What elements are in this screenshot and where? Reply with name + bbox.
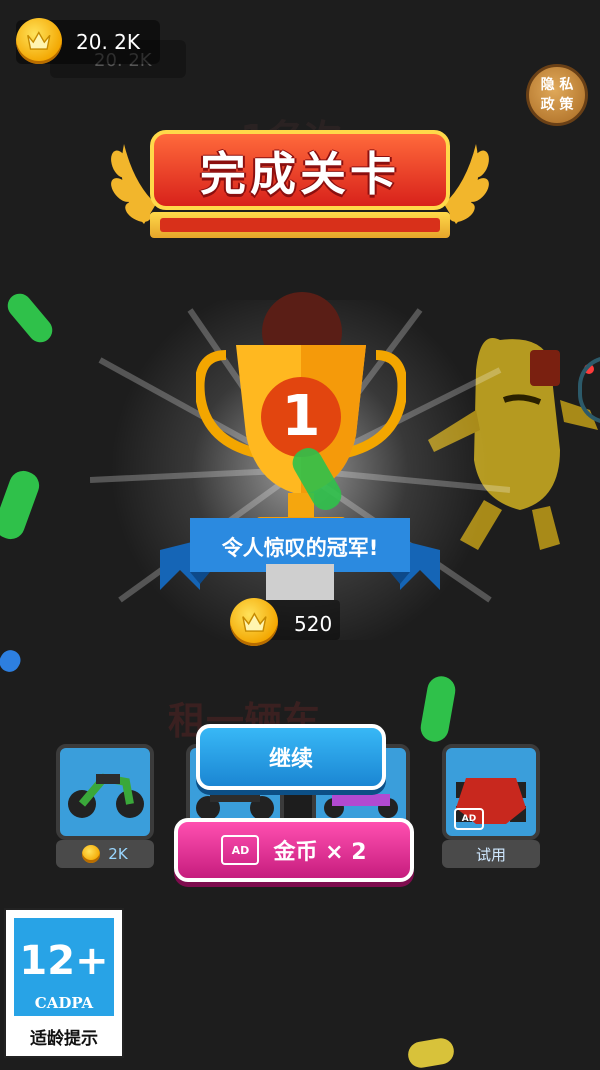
continue-button[interactable]: 继续 bbox=[196, 724, 386, 790]
age-rating-org: CADPA bbox=[34, 994, 94, 1012]
double-coins-button[interactable]: AD 金币 × 2 bbox=[174, 818, 414, 882]
reward-coin-icon bbox=[230, 598, 278, 646]
ad-video-icon: AD bbox=[221, 835, 260, 865]
age-rating-number: 12+ bbox=[19, 938, 109, 984]
title-underbar-inner bbox=[160, 218, 440, 232]
vehicle-card-racecar[interactable]: AD bbox=[442, 744, 540, 840]
vehicle-card-motorbike[interactable] bbox=[56, 744, 154, 840]
age-rating-tip: 适龄提示 bbox=[30, 1029, 98, 1049]
double-coins-label: 金币 × 2 bbox=[273, 840, 367, 865]
confetti-yellow bbox=[406, 1036, 456, 1070]
vehicle-trial-label: 试用 bbox=[442, 840, 540, 868]
coin-icon bbox=[16, 18, 62, 64]
coin-icon bbox=[82, 845, 101, 863]
ribbon-caption: 令人惊叹的冠军! bbox=[221, 536, 379, 560]
vehicle-price-label: 2K bbox=[108, 845, 128, 863]
confetti-green bbox=[2, 288, 58, 348]
continue-label: 继续 bbox=[268, 747, 313, 772]
confetti-blue bbox=[0, 646, 25, 676]
vehicle-price-motorbike: 2K bbox=[56, 840, 154, 868]
page-title: 完成关卡 bbox=[200, 147, 400, 201]
confetti-green bbox=[418, 674, 458, 744]
coin-amount: 20. 2K bbox=[76, 30, 141, 54]
reward-amount: 520 bbox=[294, 612, 333, 636]
privacy-label-line2: 政 策 bbox=[540, 97, 574, 113]
privacy-label-line1: 隐 私 bbox=[540, 77, 574, 93]
confetti-green bbox=[0, 466, 44, 544]
privacy-policy-button[interactable]: 隐 私 政 策 bbox=[526, 64, 588, 126]
motorbike-icon bbox=[68, 773, 144, 818]
ad-badge: AD bbox=[454, 808, 484, 830]
